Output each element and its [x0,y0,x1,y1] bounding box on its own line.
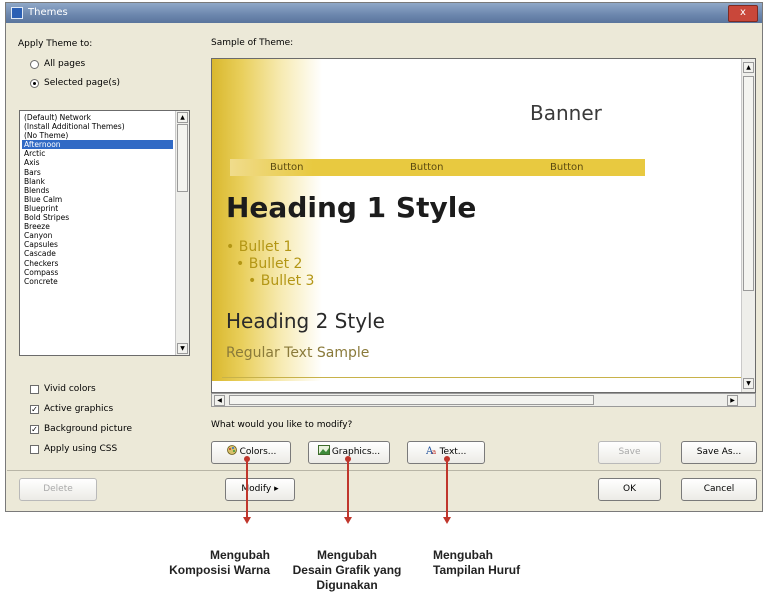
theme-list-item[interactable]: Canyon [22,231,173,240]
theme-list-item[interactable]: Concrete [22,277,173,286]
svg-text:a: a [432,448,436,455]
option-checkbox[interactable]: ✓ [30,425,39,434]
annotation-text: Mengubah Tampilan Huruf [433,548,521,577]
theme-list-item[interactable]: Blue Calm [22,195,173,204]
theme-list-item[interactable]: Blends [22,186,173,195]
sample-banner: Banner [530,101,602,125]
apply-theme-label: Apply Theme to: [18,39,93,49]
arrow-down-icon [344,517,352,524]
scroll-thumb[interactable] [229,395,594,405]
scroll-left-icon[interactable]: ◀ [214,395,225,406]
option-label: Vivid colors [44,384,96,394]
palette-icon [226,443,238,455]
theme-list-item[interactable]: (No Theme) [22,131,173,140]
annotation-arrow-line [347,460,349,520]
annotation-colors: Mengubah Komposisi Warna [169,548,270,577]
sample-button-bar: Button Button Button [230,159,645,176]
radio-all-pages-label: All pages [44,59,86,69]
theme-list-item[interactable]: Axis [22,158,173,167]
theme-list-item[interactable]: Blueprint [22,204,173,213]
sample-button: Button [550,162,584,173]
annotation-arrow-line [246,460,248,520]
radio-all-pages[interactable] [30,60,39,69]
scroll-thumb[interactable] [743,76,754,291]
scroll-down-icon[interactable]: ▼ [177,343,188,354]
arrow-down-icon [443,517,451,524]
sample-hscrollbar[interactable]: ◀ ▶ [211,393,756,407]
scroll-thumb[interactable] [177,124,188,192]
delete-button[interactable]: Delete [19,478,97,501]
footer-divider [7,470,761,471]
title-bar[interactable]: Themes x [6,3,762,23]
option-checkbox[interactable]: ✓ [30,405,39,414]
theme-sample-panel: Banner Button Button Button Heading 1 St… [211,58,756,393]
font-icon: Aa [425,443,438,457]
picture-icon [317,443,330,455]
scroll-up-icon[interactable]: ▲ [743,62,754,73]
option-label: Apply using CSS [44,444,118,454]
theme-list-items: (Default) Network (Install Additional The… [22,113,173,286]
option-label: Background picture [44,424,132,434]
app-icon [11,7,23,19]
theme-list-item[interactable]: Arctic [22,149,173,158]
option-checkbox[interactable] [30,445,39,454]
theme-list-item[interactable]: Bars [22,168,173,177]
save-as-button[interactable]: Save As... [681,441,757,464]
theme-preview: Banner Button Button Button Heading 1 St… [212,59,742,381]
window-title: Themes [28,7,68,18]
theme-list-item[interactable]: Capsules [22,240,173,249]
sample-bullet-1: • Bullet 1 [226,239,293,255]
modify-button[interactable]: Modify ▸ [225,478,295,501]
sample-button: Button [270,162,304,173]
theme-list-item[interactable]: Afternoon [22,140,173,150]
theme-list-item[interactable]: Checkers [22,259,173,268]
theme-list-item[interactable]: Compass [22,268,173,277]
option-label: Active graphics [44,404,114,414]
theme-list-item[interactable]: Blank [22,177,173,186]
chevron-right-icon: ▸ [274,484,279,494]
annotation-arrow-line [446,460,448,520]
modify-label: What would you like to modify? [211,420,353,430]
colors-button[interactable]: Colors... [211,441,291,464]
cancel-button[interactable]: Cancel [681,478,757,501]
theme-list-item[interactable]: Bold Stripes [22,213,173,222]
sample-vscrollbar[interactable]: ▲ ▼ [741,59,755,392]
save-button[interactable]: Save [598,441,661,464]
scroll-up-icon[interactable]: ▲ [177,112,188,123]
scroll-right-icon[interactable]: ▶ [727,395,738,406]
text-button-label: Text... [439,447,467,457]
theme-list[interactable]: (Default) Network (Install Additional The… [19,110,190,356]
sample-bullet-2: • Bullet 2 [236,256,303,272]
sample-label: Sample of Theme: [211,38,294,48]
scroll-down-icon[interactable]: ▼ [743,378,754,389]
close-button[interactable]: x [728,5,758,22]
theme-list-item[interactable]: Cascade [22,249,173,258]
theme-list-item[interactable]: (Install Additional Themes) [22,122,173,131]
sample-heading-1: Heading 1 Style [226,191,477,224]
graphics-button-label: Graphics... [331,447,381,457]
theme-list-scrollbar[interactable]: ▲ ▼ [175,111,189,355]
sample-button: Button [410,162,444,173]
annotation-graphics: Mengubah Desain Grafik yang Digunakan [292,548,402,592]
sample-divider [222,377,742,378]
sample-heading-2: Heading 2 Style [226,309,385,333]
arrow-down-icon [243,517,251,524]
radio-selected-pages[interactable] [30,79,39,88]
sample-regular-text: Regular Text Sample [226,345,370,361]
option-checkbox[interactable] [30,385,39,394]
theme-list-item[interactable]: (Default) Network [22,113,173,122]
sample-bullet-3: • Bullet 3 [248,273,315,289]
theme-list-item[interactable]: Breeze [22,222,173,231]
radio-selected-pages-label: Selected page(s) [44,78,121,88]
ok-button[interactable]: OK [598,478,661,501]
